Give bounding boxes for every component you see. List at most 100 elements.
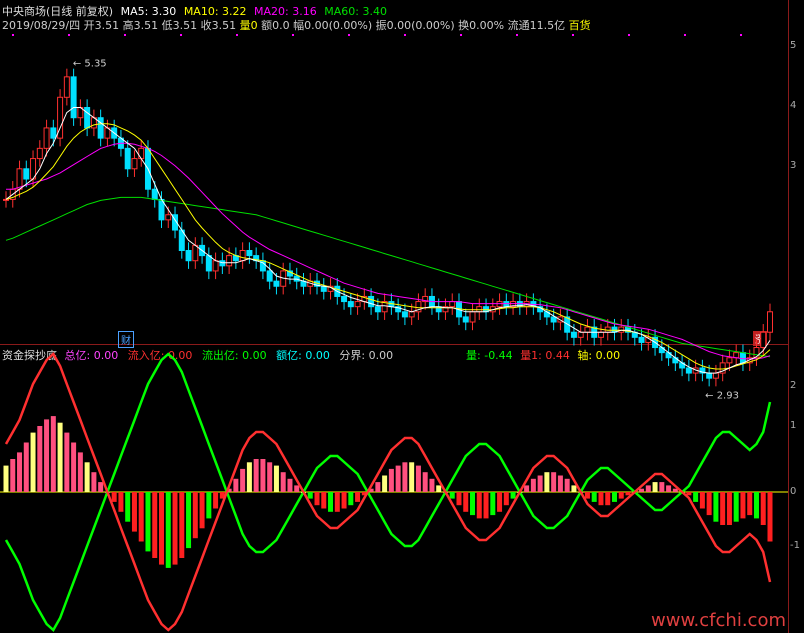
candle-body: [706, 372, 713, 379]
ma20-line: [6, 142, 771, 360]
volume-bar: [328, 492, 334, 512]
candle-body: [97, 117, 104, 139]
volume-bar: [422, 472, 428, 492]
volume-bar: [37, 426, 43, 492]
watermark: www.cfchi.com: [651, 610, 786, 631]
volume-bar: [91, 472, 97, 492]
volume-bar: [503, 492, 509, 506]
volume-bar: [429, 478, 435, 492]
high-label: ← 5.35: [73, 59, 107, 70]
volume-bar: [551, 472, 557, 492]
volume-bar: [179, 492, 185, 558]
chart-canvas[interactable]: ← 5.35 ← 2.93: [0, 0, 804, 633]
candle-body: [570, 331, 577, 338]
candle-body: [36, 147, 43, 160]
volume-bar: [267, 462, 273, 492]
candle-body: [226, 255, 233, 267]
volume-bar: [280, 472, 286, 492]
candle-body: [43, 127, 50, 149]
volume-bar: [348, 492, 354, 506]
volume-bar: [152, 492, 158, 558]
volume-bar: [740, 492, 746, 519]
candle-body: [70, 76, 77, 119]
volume-bar: [537, 475, 543, 492]
volume-bar: [470, 492, 476, 516]
candle-body: [205, 255, 212, 272]
candle-body: [401, 311, 408, 318]
volume-bar: [726, 492, 732, 525]
low-label: ← 2.93: [705, 390, 739, 401]
period-marker: [516, 34, 518, 36]
volume-bar: [706, 492, 712, 516]
volume-bar: [30, 432, 36, 492]
volume-bar: [747, 492, 753, 516]
candle-body: [408, 311, 415, 318]
period-marker: [684, 34, 686, 36]
candle-body: [469, 311, 476, 323]
period-marker: [12, 34, 14, 36]
candle-body: [760, 331, 767, 349]
period-marker: [628, 34, 630, 36]
volume-bar: [713, 492, 719, 522]
volume-bar: [524, 485, 530, 492]
price-tick-3: 3: [790, 160, 797, 171]
candle-body: [672, 357, 679, 364]
volume-bar: [571, 485, 577, 492]
candle-body: [63, 76, 70, 98]
volume-bar: [294, 485, 300, 492]
candle-body: [767, 311, 773, 333]
volume-bar: [591, 492, 597, 502]
price-tick-5: 5: [790, 40, 797, 51]
period-marker: [348, 34, 350, 36]
volume-bar: [564, 478, 570, 492]
candle-body: [341, 295, 348, 303]
volume-bar: [375, 482, 381, 492]
volume-bar: [449, 492, 455, 499]
volume-bar: [456, 492, 462, 506]
candle-body: [151, 188, 158, 200]
candle-body: [368, 295, 375, 308]
candle-body: [733, 352, 740, 359]
volume-bar: [409, 462, 415, 492]
volume-bar: [307, 492, 313, 499]
period-marker: [236, 34, 238, 36]
candle-body: [449, 301, 456, 308]
candle-body: [496, 301, 503, 308]
price-tick-4: 4: [790, 100, 797, 111]
volume-bar: [355, 492, 361, 502]
candle-body: [550, 316, 557, 323]
volume-bar: [64, 432, 70, 492]
candle-body: [597, 331, 604, 338]
volume-bar: [699, 492, 705, 509]
ind-tick-0: 0: [790, 486, 797, 497]
candle-body: [503, 301, 510, 308]
ind-tick-1: 1: [790, 420, 797, 431]
candle-body: [273, 280, 280, 287]
volume-bar: [118, 492, 124, 512]
volume-bar: [172, 492, 178, 565]
volume-bar: [273, 465, 279, 492]
volume-bar: [760, 492, 766, 525]
volume-bar: [287, 478, 293, 492]
candle-body: [577, 331, 584, 338]
volume-bar: [693, 492, 699, 502]
volume-bar: [71, 442, 77, 492]
ind-tick-minus1: -1: [790, 540, 800, 551]
candle-body: [185, 250, 192, 262]
period-marker: [404, 34, 406, 36]
volume-bar: [145, 492, 151, 552]
candle-body: [212, 260, 219, 272]
volume-bar: [510, 492, 516, 499]
period-marker: [124, 34, 126, 36]
volume-bar: [476, 492, 482, 519]
candle-body: [347, 301, 354, 308]
volume-bar: [3, 465, 9, 492]
candle-body: [584, 326, 591, 333]
volume-bar: [199, 492, 205, 529]
volume-bar: [44, 419, 50, 492]
candle-body: [50, 127, 57, 139]
volume-bar: [213, 492, 219, 509]
candle-body: [712, 372, 719, 379]
candle-body: [3, 198, 9, 201]
volume-bar: [233, 478, 239, 492]
